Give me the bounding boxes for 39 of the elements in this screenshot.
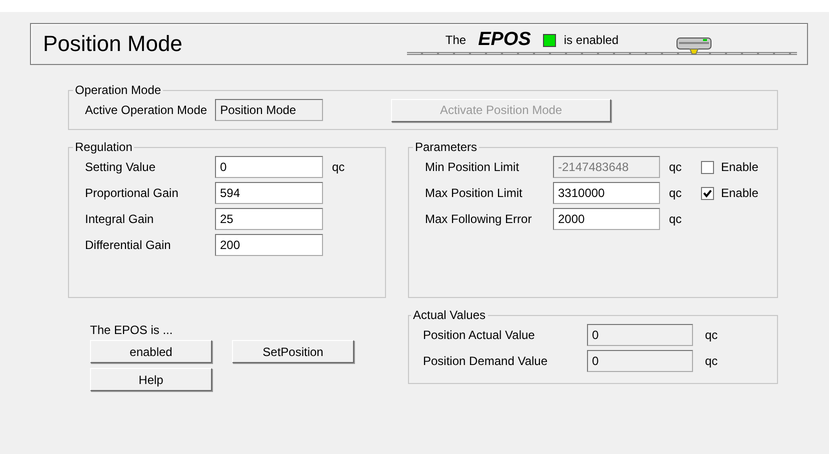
unit-label: qc <box>669 160 683 174</box>
group-title: Actual Values <box>412 308 486 322</box>
field-label: Proportional Gain <box>85 186 180 200</box>
field-label: Min Position Limit <box>425 160 520 174</box>
field-label: Position Demand Value <box>423 354 549 368</box>
input-field[interactable]: 594 <box>215 182 323 204</box>
input-field[interactable]: 200 <box>215 234 323 256</box>
input-field[interactable]: 0 <box>215 156 323 178</box>
page-title: Position Mode <box>43 31 182 57</box>
field-label: Max Following Error <box>425 212 533 226</box>
status-caption: The EPOS is ... <box>90 323 174 337</box>
input-field[interactable]: 2000 <box>553 208 660 230</box>
field-label: Max Position Limit <box>425 186 524 200</box>
unit-label: qc <box>705 354 719 368</box>
unit-label: qc <box>669 212 683 226</box>
device-name: EPOS <box>478 29 531 51</box>
check-icon <box>703 188 712 198</box>
enable-checkbox[interactable]: Enable <box>701 186 758 200</box>
field-label: Setting Value <box>85 160 156 174</box>
action-button[interactable]: SetPosition <box>232 340 354 363</box>
field-label: Differential Gain <box>85 238 172 252</box>
input-field[interactable]: 3310000 <box>553 182 660 204</box>
field-label: Position Actual Value <box>423 328 536 342</box>
input-field[interactable]: Position Mode <box>215 99 324 121</box>
input-field[interactable]: 25 <box>215 208 323 230</box>
unit-label: qc <box>705 328 719 342</box>
status-text: is enabled <box>564 33 619 47</box>
action-button[interactable]: Help <box>90 368 212 391</box>
group-title: Parameters <box>414 140 478 154</box>
input-field[interactable]: 0 <box>587 350 693 372</box>
unit-label: qc <box>669 186 683 200</box>
group-title: Operation Mode <box>74 83 162 97</box>
status-text: The <box>445 33 466 47</box>
action-button[interactable]: enabled <box>90 340 212 363</box>
input-field[interactable]: 0 <box>587 324 693 346</box>
field-label: Integral Gain <box>85 212 155 226</box>
group-title: Regulation <box>74 140 134 154</box>
field-label: Active Operation Mode <box>85 103 208 117</box>
unit-label: qc <box>332 160 346 174</box>
